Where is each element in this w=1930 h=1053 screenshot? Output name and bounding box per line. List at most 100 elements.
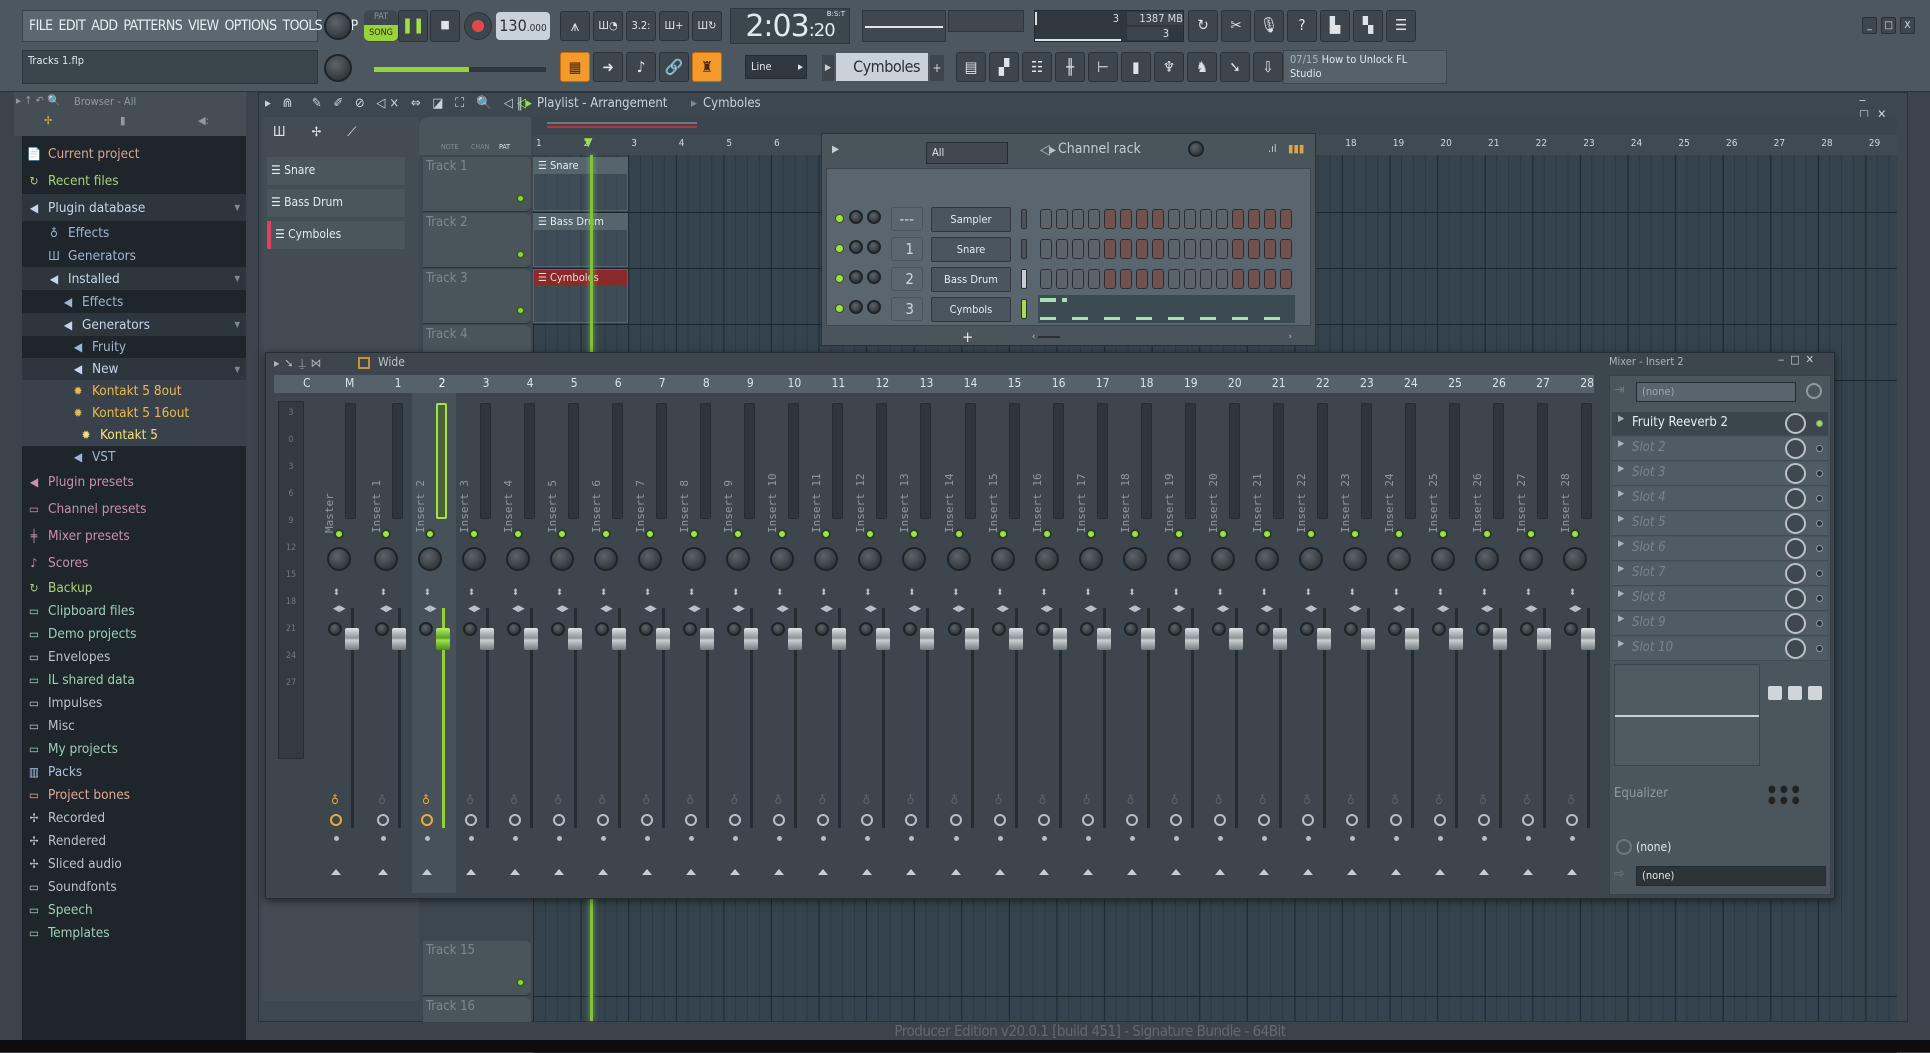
track-mute-led[interactable] [516,250,525,259]
send-knob[interactable] [507,622,522,636]
send-knob[interactable] [771,622,786,636]
volume-fader[interactable] [612,628,627,650]
strip-enable-led[interactable] [1129,529,1140,539]
stereo-separation-icon[interactable]: ⬍ [468,588,475,598]
pattern-clip[interactable]: ☰ Snare [533,157,629,211]
strip-enable-led[interactable] [1305,529,1316,539]
picker-mode-icons[interactable]: Ш✢⟋ [273,125,382,140]
wait-input-button[interactable]: Ш◔ [593,11,623,41]
play-pause-button[interactable]: ❚❚ [398,10,428,42]
stereo-separation-icon[interactable]: ⬍ [1173,588,1180,598]
pat-tab[interactable]: PAT [499,143,510,151]
time-offset-icon[interactable] [1301,814,1314,826]
volume-fader[interactable] [568,628,583,650]
plugins-filter-icon[interactable]: ◀: [198,114,209,127]
slot-mix-knob[interactable] [1785,613,1806,634]
send-knob[interactable] [595,622,610,636]
stereo-separation-icon[interactable]: ⬍ [776,588,783,598]
send-knob[interactable] [463,622,478,636]
insert-number[interactable]: 26 [1489,376,1509,390]
volume-fader[interactable] [524,628,539,650]
route-arrow-icon[interactable] [1082,869,1093,875]
route-arrow-icon[interactable] [774,869,785,875]
pan-knob[interactable] [990,547,1015,571]
step-button[interactable] [1168,239,1180,259]
route-arrow-icon[interactable] [862,869,873,875]
stereo-separation-icon[interactable]: ⬍ [1129,588,1136,598]
channel-volume-knob[interactable] [867,270,881,284]
swap-channels-icon[interactable]: ◀▶ [732,604,744,614]
route-dot[interactable] [997,836,1003,841]
browser-item[interactable]: ↻ Backup [22,576,246,599]
master-pitch-slider[interactable] [374,67,546,72]
strip-enable-led[interactable] [1217,529,1228,539]
volume-fader[interactable] [436,628,451,650]
song-position-display[interactable]: 2:03:20 B:S:T [730,8,850,44]
mixer-strip-insert[interactable]: Insert 7 ⬍ ◀▶ ♁ [632,393,676,893]
time-offset-icon[interactable] [1522,814,1535,826]
route-arrow-icon[interactable] [554,869,565,875]
time-offset-icon[interactable] [773,814,786,826]
send-knob[interactable] [1123,622,1138,636]
insert-number[interactable]: 23 [1357,376,1377,390]
swap-channels-icon[interactable]: ◀▶ [1525,604,1537,614]
channel-volume-knob[interactable] [867,300,881,314]
pan-knob[interactable] [594,547,619,571]
mixer-view-preset[interactable]: Wide [378,355,405,369]
browser-item[interactable]: ▭ Project bones [22,783,246,806]
volume-fader[interactable] [1448,628,1463,650]
step-button[interactable] [1200,269,1212,289]
slot-expand-icon[interactable]: ▶ [1618,639,1624,649]
route-dot[interactable] [821,836,827,841]
route-dot[interactable] [1482,836,1487,841]
swap-channels-icon[interactable]: ◀▶ [1129,604,1141,614]
insert-number[interactable]: 19 [1181,376,1201,390]
record-arm-icon[interactable]: ♁ [951,793,959,807]
route-dot[interactable] [1173,836,1179,841]
insert-number[interactable]: 22 [1313,376,1333,390]
stereo-separation-icon[interactable]: ⬍ [953,588,960,598]
stereo-separation-icon[interactable]: ⬍ [820,588,827,598]
step-button[interactable] [1040,239,1052,259]
browser-item[interactable]: ✹ Kontakt 5 8out [22,380,246,402]
insert-number[interactable]: 7 [652,376,672,390]
step-edit-button[interactable]: Ш+ [659,11,689,41]
slot-enable-led[interactable] [1816,595,1823,602]
bar-number[interactable]: 27 [1774,138,1785,149]
mixer-strip-insert[interactable]: Insert 3 ⬍ ◀▶ ♁ [456,393,500,893]
step-button[interactable] [1168,209,1180,229]
volume-fader[interactable] [1052,628,1067,650]
send-knob[interactable] [947,622,962,636]
channel-pan-knob[interactable] [849,210,863,224]
track-header[interactable]: Track 3 [423,269,531,324]
insert-number[interactable]: 18 [1137,376,1157,390]
stereo-separation-icon[interactable]: ⬍ [380,588,387,598]
add-channel-button[interactable]: + [962,328,973,346]
send-knob[interactable] [1035,622,1050,636]
step-button[interactable] [1152,269,1164,289]
send-knob[interactable] [1255,622,1270,636]
step-button[interactable] [1120,239,1132,259]
mixer-window-controls[interactable]: ‒□✕ [1778,353,1820,366]
browser-item[interactable]: ◀ Installed ▼ [22,267,246,290]
effect-slot[interactable]: ▶ Slot 2 [1612,437,1828,461]
stereo-separation-icon[interactable]: ⬍ [1437,588,1444,598]
slot-expand-icon[interactable]: ▶ [1618,514,1624,524]
volume-fader[interactable] [1493,628,1507,650]
insert-number[interactable]: 28 [1577,376,1597,390]
send-knob[interactable] [1211,622,1226,636]
multilink-button[interactable]: ♜ [692,52,722,82]
browser-item[interactable]: ▭ Impulses [22,691,246,714]
browser-tree-icon[interactable]: ⊢ [1088,52,1118,82]
step-button[interactable] [1264,239,1276,259]
browser-item[interactable]: ▭ Speech [22,898,246,921]
time-offset-icon[interactable] [1257,814,1270,826]
pan-knob[interactable] [1034,547,1059,571]
route-arrow-icon[interactable] [818,869,829,875]
eq-graph[interactable] [1614,664,1760,766]
audio-filter-icon[interactable]: ✢ [44,114,52,127]
slot-expand-icon[interactable]: ▶ [1618,539,1624,549]
step-button[interactable] [1248,209,1260,229]
swap-channels-icon[interactable]: ◀▶ [512,604,524,614]
record-arm-icon[interactable]: ♁ [862,793,870,807]
